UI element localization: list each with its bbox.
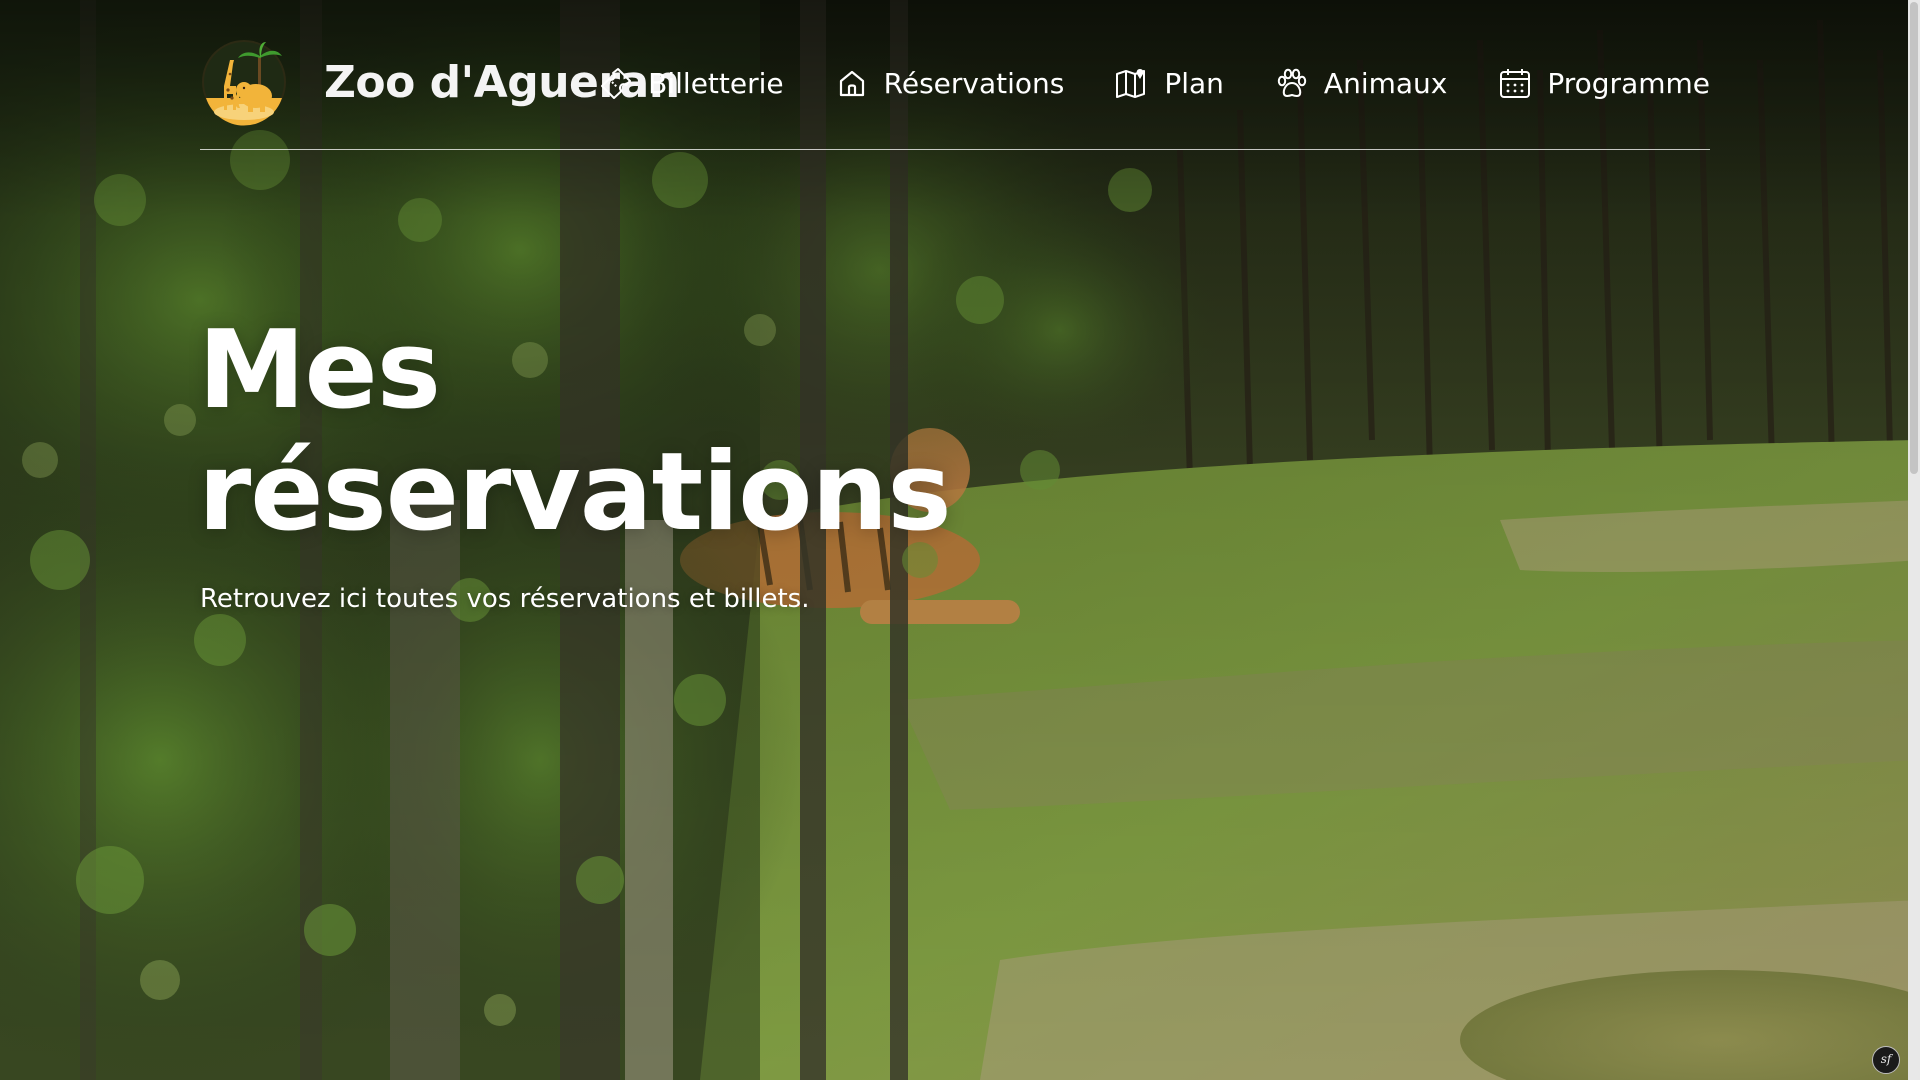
nav-label: Programme xyxy=(1547,66,1710,100)
nav-item-reservations[interactable]: Réservations xyxy=(834,65,1065,101)
nav-item-programme[interactable]: Programme xyxy=(1497,65,1710,101)
nav-item-billetterie[interactable]: Billetterie xyxy=(598,65,784,101)
nav-label: Plan xyxy=(1164,66,1224,100)
nav-label: Réservations xyxy=(883,66,1065,100)
calendar-icon xyxy=(1497,65,1533,101)
site-header: Zoo d'Agueran Billetterie Réservations P… xyxy=(200,28,1710,150)
home-icon xyxy=(834,65,870,101)
page-title: Mes réservations xyxy=(198,310,1098,554)
symfony-toolbar-badge[interactable]: sf xyxy=(1872,1046,1900,1074)
ticket-icon xyxy=(598,65,634,101)
nav-item-plan[interactable]: Plan xyxy=(1114,65,1224,101)
paw-icon xyxy=(1274,65,1310,101)
nav-label: Animaux xyxy=(1323,66,1448,100)
zoo-logo-icon xyxy=(200,38,288,126)
nav-label: Billetterie xyxy=(648,66,784,100)
nav-item-animaux[interactable]: Animaux xyxy=(1274,65,1447,101)
page-subtitle: Retrouvez ici toutes vos réservations et… xyxy=(200,584,810,614)
page: Zoo d'Agueran Billetterie Réservations P… xyxy=(0,0,1920,1080)
page-scrollbar[interactable] xyxy=(1908,0,1920,1080)
scrollbar-thumb[interactable] xyxy=(1910,2,1918,474)
page-title-line-2: réservations xyxy=(198,430,952,555)
page-title-line-1: Mes xyxy=(198,308,441,433)
main-navigation: Billetterie Réservations Plan Animaux Pr… xyxy=(598,56,1710,110)
map-icon xyxy=(1114,65,1150,101)
